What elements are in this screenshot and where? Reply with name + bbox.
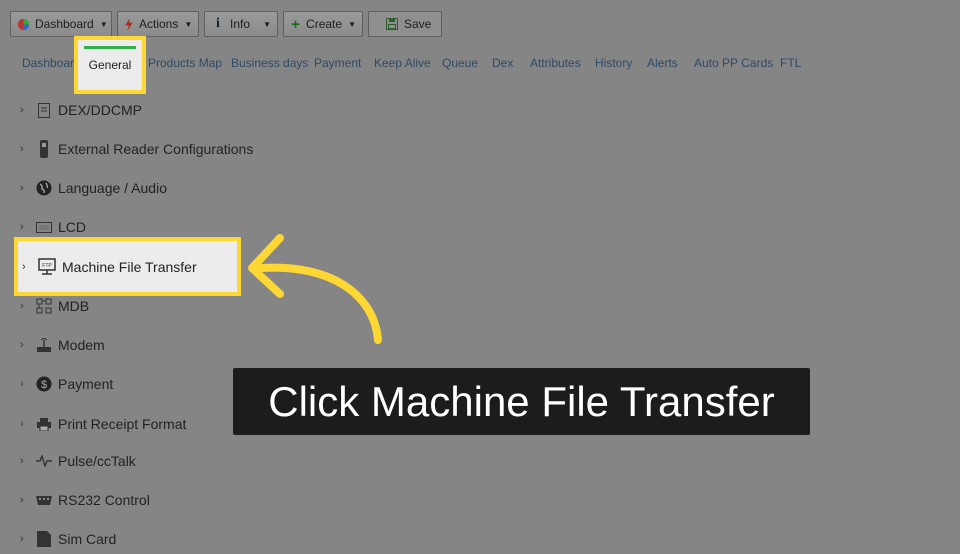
- instruction-callout: Click Machine File Transfer: [233, 368, 810, 435]
- pointer-arrow: [248, 234, 382, 344]
- dollar-icon: $: [36, 376, 52, 392]
- tab-alerts[interactable]: Alerts: [647, 52, 678, 74]
- sim-card-icon: [36, 531, 52, 547]
- chevron-right-icon[interactable]: ›: [20, 143, 34, 155]
- save-button-label: Save: [404, 17, 432, 31]
- tab-dashboard[interactable]: Dashboard: [22, 52, 81, 74]
- chevron-right-icon[interactable]: ›: [20, 221, 34, 233]
- tree-item-label: Modem: [58, 337, 105, 353]
- tab-payment[interactable]: Payment: [314, 52, 361, 74]
- svg-text:FTP: FTP: [42, 263, 52, 269]
- tab-keep-alive[interactable]: Keep Alive: [374, 52, 431, 74]
- lightning-icon: [124, 17, 134, 31]
- tree-item-label: Pulse/ccTalk: [58, 453, 136, 469]
- ftp-icon: FTP: [38, 257, 56, 276]
- tab-dex[interactable]: Dex: [492, 52, 513, 74]
- plus-icon: +: [291, 15, 300, 33]
- tree-item-machine-file-transfer[interactable]: › FTP Machine File Transfer: [14, 237, 241, 296]
- tree-item-sim-card[interactable]: › Sim Card: [0, 524, 300, 554]
- tree-item-label: Language / Audio: [58, 180, 167, 196]
- tree-item-label: DEX/DDCMP: [58, 102, 143, 118]
- tab-auto-pp-cards[interactable]: Auto PP Cards: [694, 52, 773, 74]
- tab-attributes[interactable]: Attributes: [530, 52, 581, 74]
- chevron-right-icon[interactable]: ›: [20, 533, 34, 545]
- tree-item-label: Sim Card: [58, 531, 117, 547]
- printer-icon: [36, 416, 52, 432]
- chevron-right-icon[interactable]: ›: [20, 339, 34, 351]
- chevron-right-icon[interactable]: ›: [20, 300, 34, 312]
- tab-products-map[interactable]: Products Map: [148, 52, 222, 74]
- tree-item-label: RS232 Control: [58, 492, 150, 508]
- chevron-right-icon[interactable]: ›: [20, 455, 34, 467]
- save-button[interactable]: Save: [368, 11, 442, 37]
- chevron-right-icon[interactable]: ›: [20, 378, 34, 390]
- info-button[interactable]: i Info ▼: [204, 11, 278, 37]
- create-button[interactable]: + Create ▼: [283, 11, 363, 37]
- tab-history[interactable]: History: [595, 52, 632, 74]
- dex-icon: [36, 102, 52, 118]
- chevron-down-icon: ▼: [263, 19, 271, 29]
- tab-general[interactable]: General: [74, 36, 146, 94]
- chevron-right-icon[interactable]: ›: [20, 494, 34, 506]
- create-button-label: Create: [306, 17, 343, 31]
- chevron-right-icon[interactable]: ›: [20, 104, 34, 116]
- tree-item-label: LCD: [58, 219, 87, 235]
- tree-item-language-audio[interactable]: › Language / Audio: [0, 173, 300, 203]
- chevron-right-icon[interactable]: ›: [20, 182, 34, 194]
- chevron-down-icon: ▼: [184, 19, 193, 29]
- mdb-icon: [36, 298, 52, 314]
- pulse-icon: [36, 453, 52, 469]
- lcd-icon: [36, 219, 52, 235]
- chevron-right-icon[interactable]: ›: [22, 261, 36, 273]
- actions-button-label: Actions: [139, 17, 179, 31]
- tree-item-label: Print Receipt Format: [58, 416, 187, 432]
- chevron-right-icon[interactable]: ›: [20, 418, 34, 430]
- tab-general-label: General: [88, 58, 132, 72]
- rs232-icon: [36, 492, 52, 508]
- info-icon: i: [216, 16, 220, 31]
- chevron-down-icon: ▼: [348, 19, 356, 29]
- chevron-down-icon: ▼: [99, 19, 108, 29]
- info-button-label: Info: [230, 17, 251, 31]
- dashboard-button[interactable]: Dashboard ▼: [10, 11, 112, 37]
- tree-item-label: MDB: [58, 298, 90, 314]
- modem-icon: [36, 337, 52, 353]
- svg-text:$: $: [41, 379, 47, 391]
- tree-item-rs232-control[interactable]: › RS232 Control: [0, 485, 300, 515]
- actions-button[interactable]: Actions ▼: [117, 11, 199, 37]
- pie-chart-icon: [17, 17, 30, 31]
- tree-item-dex-ddcmp[interactable]: › DEX/DDCMP: [0, 95, 300, 125]
- card-reader-icon: [36, 140, 52, 158]
- tab-business-days[interactable]: Business days: [231, 52, 308, 74]
- tab-ftl[interactable]: FTL: [780, 52, 801, 74]
- tree-item-external-reader-configurations[interactable]: › External Reader Configurations: [0, 134, 300, 164]
- tree-item-pulse-cctalk[interactable]: › Pulse/ccTalk: [0, 446, 300, 476]
- active-tab-indicator: [84, 46, 136, 49]
- save-icon: [385, 17, 399, 31]
- tree-item-label: Machine File Transfer: [62, 258, 197, 275]
- tab-queue[interactable]: Queue: [442, 52, 478, 74]
- tree-item-label: External Reader Configurations: [58, 141, 254, 157]
- dashboard-button-label: Dashboard: [35, 17, 94, 31]
- tree-item-label: Payment: [58, 376, 114, 392]
- globe-icon: [36, 180, 52, 196]
